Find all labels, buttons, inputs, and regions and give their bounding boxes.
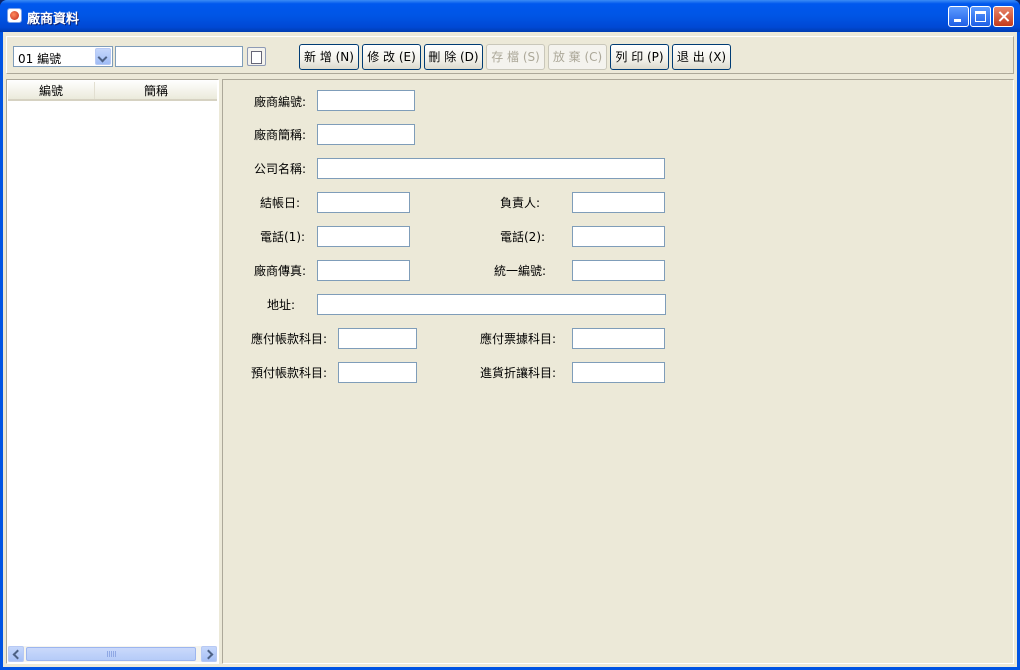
search-field-select-value: 01 編號 [18,52,62,66]
chevron-down-icon[interactable] [95,48,111,65]
phone2-label: 電話(2): [500,230,546,244]
ap-account-field[interactable] [338,328,417,349]
edit-button[interactable]: 修 改 (E) [362,44,421,70]
np-account-field[interactable] [572,328,665,349]
grip-icon [107,651,116,657]
tax-id-field[interactable] [572,260,665,281]
search-button[interactable] [247,47,266,66]
column-header-id[interactable]: 編號 [8,82,94,99]
toolbar: 01 編號 新 增 (N) 修 改 (E) 刪 除 (D) 存 檔 (S) 放 … [6,36,1014,74]
prepaid-account-field[interactable] [338,362,417,383]
owner-field[interactable] [572,192,665,213]
owner-label: 負責人: [500,196,541,210]
scroll-right-icon[interactable] [201,646,217,662]
closing-day-label: 結帳日: [260,196,301,210]
phone2-field[interactable] [572,226,665,247]
search-field-select[interactable]: 01 編號 [13,46,113,67]
app-icon [7,8,22,23]
company-name-label: 公司名稱: [254,162,307,176]
print-button[interactable]: 列 印 (P) [610,44,669,70]
minimize-button[interactable] [948,6,969,27]
tax-id-label: 統一編號: [494,264,547,278]
prepaid-account-label: 預付帳款科目: [251,366,328,380]
phone1-label: 電話(1): [260,230,306,244]
add-button[interactable]: 新 增 (N) [299,44,359,70]
search-input[interactable] [115,46,243,67]
vendor-short-name-field[interactable] [317,124,415,145]
purchase-discount-label: 進貨折讓科目: [480,366,557,380]
phone1-field[interactable] [317,226,410,247]
save-button[interactable]: 存 檔 (S) [486,44,545,70]
fax-label: 廠商傳真: [254,264,307,278]
np-account-label: 應付票據科目: [480,332,557,346]
app-window: 廠商資料 01 編號 新 增 (N) 修 改 (E) 刪 除 (D) 存 檔 (… [0,0,1020,670]
delete-button[interactable]: 刪 除 (D) [424,44,483,70]
maximize-button[interactable] [970,6,991,27]
company-name-field[interactable] [317,158,665,179]
discard-button[interactable]: 放 棄 (C) [548,44,607,70]
column-header-short-name[interactable]: 簡稱 [94,82,217,99]
exit-button[interactable]: 退 出 (X) [672,44,731,70]
scroll-left-icon[interactable] [8,646,24,662]
address-label: 地址: [267,298,296,312]
close-button[interactable] [993,6,1014,27]
address-field[interactable] [317,294,666,315]
closing-day-field[interactable] [317,192,410,213]
purchase-discount-field[interactable] [572,362,665,383]
title-bar[interactable]: 廠商資料 [0,0,1020,32]
window-title: 廠商資料 [27,12,80,27]
grid-header: 編號 簡稱 [8,80,217,101]
client-area: 01 編號 新 增 (N) 修 改 (E) 刪 除 (D) 存 檔 (S) 放 … [3,32,1017,667]
vendor-id-field[interactable] [317,90,415,111]
scrollbar-thumb[interactable] [26,647,196,661]
ap-account-label: 應付帳款科目: [251,332,328,346]
fax-field[interactable] [317,260,410,281]
vendor-list-grid[interactable]: 編號 簡稱 [6,79,219,664]
vendor-short-name-label: 廠商簡稱: [254,128,307,142]
vendor-form: 廠商編號: 廠商簡稱: 公司名稱: 結帳日: 負責人: 電話(1): 電話(2)… [222,79,1014,664]
horizontal-scrollbar[interactable] [8,646,217,662]
vendor-id-label: 廠商編號: [254,95,307,109]
